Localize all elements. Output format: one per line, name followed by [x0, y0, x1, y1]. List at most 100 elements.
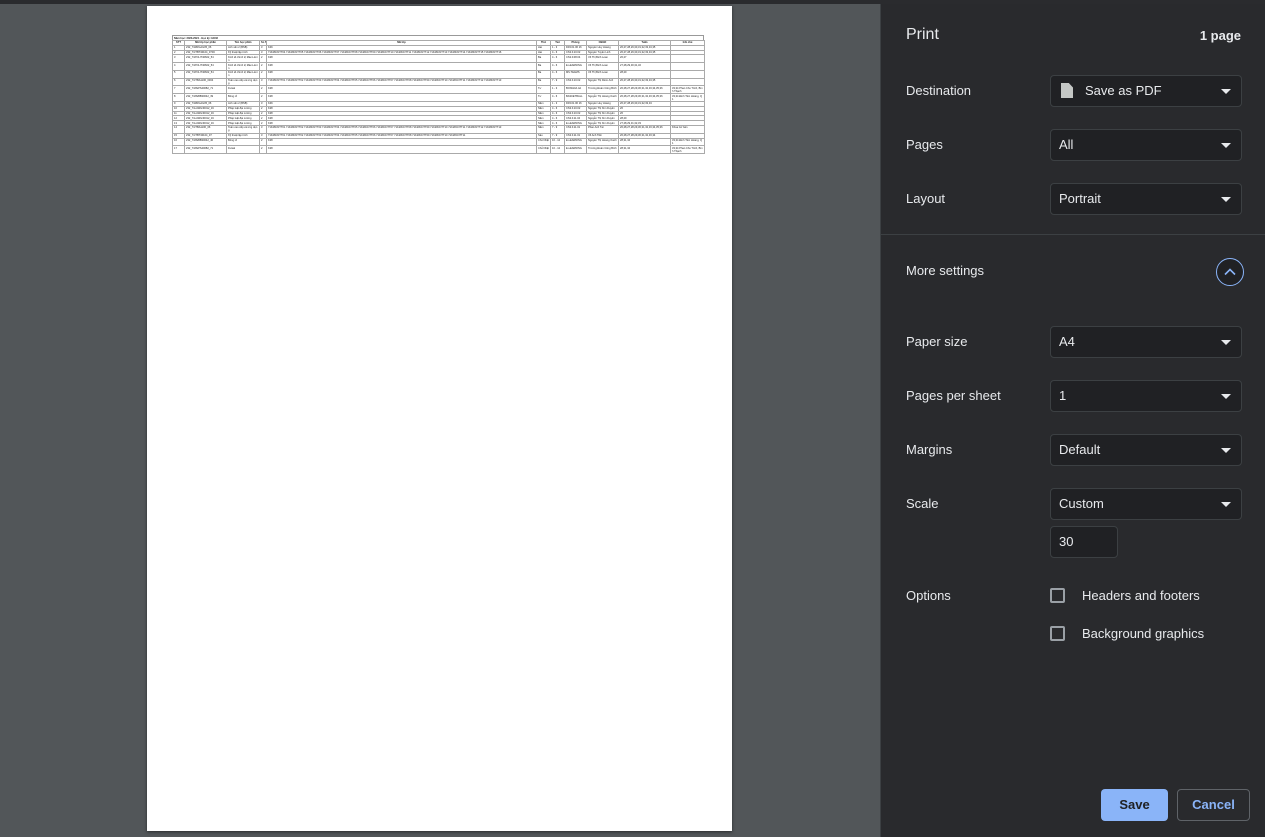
table-cell: Chủ Nhật: [536, 137, 551, 147]
table-cell: 4 - 6: [550, 69, 565, 79]
options-label: Options: [906, 588, 951, 603]
table-cell: 27,28,29,30,31,32: [618, 62, 671, 71]
scale-select[interactable]: Custom: [1050, 488, 1242, 520]
table-cell: Kinh tế chính trị Mác-Lênin: [226, 54, 260, 64]
table-cell: Ba: [536, 62, 551, 71]
table-cell: Kinh tế chính trị Mác-Lênin: [226, 69, 260, 79]
table-cell: Khoa Cơ bản: [670, 124, 705, 134]
destination-select[interactable]: Save as PDF: [1050, 75, 1242, 107]
table-cell: [670, 62, 705, 71]
pages-select[interactable]: All: [1050, 129, 1242, 161]
destination-label: Destination: [906, 83, 972, 98]
table-cell: 28,31,34: [618, 137, 671, 147]
print-title: Print: [906, 26, 939, 43]
table-cell: K28: [266, 85, 537, 95]
table-cell: 28,31,34: [618, 145, 671, 155]
table-cell: Võ Thị Bích Loan: [586, 62, 619, 71]
margins-select[interactable]: Default: [1050, 434, 1242, 466]
table-cell: Phan Anh Tài: [586, 124, 619, 134]
table-cell: 28,29: [618, 69, 671, 79]
save-button[interactable]: Save: [1101, 789, 1168, 821]
more-settings-label[interactable]: More settings: [906, 263, 984, 278]
table-cell: 2: [259, 93, 267, 103]
table-cell: BASKETBALL: [564, 93, 587, 103]
dropdown-caret-icon: [1221, 394, 1231, 399]
table-cell: Toán cao cấp và ứng dụng: [226, 77, 260, 87]
table-cell: Ba: [536, 69, 551, 79]
table-cell: 8: [172, 93, 185, 103]
table-cell: 232_71PEBB30042_39: [184, 93, 227, 103]
table-cell: 6: [172, 77, 185, 87]
table-cell: K28: [266, 54, 537, 64]
table-cell: Futsal: [226, 145, 260, 155]
table-cell: 4: [172, 62, 185, 71]
table-cell: MS.TEAMS: [564, 69, 587, 79]
print-preview-area: Năm học: 2023-2024 - Học kỳ: HK02 STT Mã …: [0, 4, 880, 837]
table-cell: 26,28,27,28,29,30,31,32,33,34,35,36: [618, 93, 671, 103]
table-cell: 4 - 6: [550, 62, 565, 71]
table-cell: Bóng rổ: [226, 93, 260, 103]
table-cell: Nguyễn Thị Hoàng Oanh: [586, 137, 619, 147]
dropdown-caret-icon: [1221, 197, 1231, 202]
headers-footers-label[interactable]: Headers and footers: [1082, 588, 1200, 603]
table-cell: 232_71POLIT40602_54: [184, 54, 227, 64]
table-cell: K28: [266, 93, 537, 103]
table-cell: 33,34 Phan Chu Trinh, Bình Thạnh: [670, 85, 705, 95]
more-settings-toggle[interactable]: [1216, 258, 1244, 286]
pdf-file-icon: [1061, 83, 1073, 98]
table-cell: Ba: [536, 54, 551, 64]
table-cell: Võ Thị Bích Loan: [586, 69, 619, 79]
table-cell: Võ Thị Bích Loan: [586, 54, 619, 64]
table-row: 17 232_71PEPS40082_71 Futsal 2 K28 Chủ Nhật 10…: [172, 145, 705, 155]
table-cell: Toán cao cấp và ứng dụng: [226, 124, 260, 134]
table-cell: [670, 54, 705, 64]
table-cell: 33,34 Đinh Tiên Hoàng, Q1: [670, 93, 705, 103]
paper-size-select[interactable]: A4: [1050, 326, 1242, 358]
table-cell: 232_71PEBB30042_40: [184, 137, 227, 147]
table-cell: 71K28CNTT01 71K28CNTT02 71K28CNTT03 71K2…: [266, 124, 537, 134]
table-row: 5 232_71POLIT40602_54 Kinh tế chính trị Má…: [172, 69, 705, 79]
layout-label: Layout: [906, 191, 946, 206]
table-cell: Nguyễn Thị Diễm Anh: [586, 77, 619, 87]
table-cell: Tư: [536, 93, 551, 103]
table-cell: 232_71ITBA1106_0304: [184, 77, 227, 87]
background-graphics-label[interactable]: Background graphics: [1082, 626, 1204, 641]
chevron-up-icon: [1224, 268, 1236, 276]
table-cell: Futsal: [226, 85, 260, 95]
table-cell: 4 - 6: [550, 93, 565, 103]
table-cell: 2: [259, 54, 267, 64]
table-cell: 26,28,27,28,29,30,31,32,33,34,35,36: [618, 85, 671, 95]
headers-footers-checkbox[interactable]: [1050, 588, 1065, 603]
table-cell: Ba: [536, 77, 551, 87]
cancel-button[interactable]: Cancel: [1177, 789, 1250, 821]
table-row: 8 232_71PEBB30042_39 Bóng rổ 2 K28 Tư 4 - 6 BAS…: [172, 93, 705, 103]
table-cell: 33,34 Phan Chu Trinh, Bình Thạnh: [670, 145, 705, 155]
background-graphics-checkbox[interactable]: [1050, 626, 1065, 641]
table-cell: 7: [172, 85, 185, 95]
layout-select[interactable]: Portrait: [1050, 183, 1242, 215]
table-cell: Tư: [536, 85, 551, 95]
section-divider: [881, 234, 1265, 235]
dropdown-caret-icon: [1221, 143, 1231, 148]
pages-per-sheet-select[interactable]: 1: [1050, 380, 1242, 412]
dropdown-caret-icon: [1221, 448, 1231, 453]
margins-value: Default: [1059, 442, 1101, 457]
dropdown-caret-icon: [1221, 502, 1231, 507]
table-cell: 33,34 Đinh Tiên Hoàng, Q1: [670, 137, 705, 147]
table-cell: [670, 69, 705, 79]
pages-per-sheet-value: 1: [1059, 388, 1067, 403]
table-cell: Trương Đoàn Công Bình: [586, 85, 619, 95]
table-row: 14 232_71ITBA1106_06 Toán cao cấp và ứng d…: [172, 124, 705, 134]
table-cell: 2: [259, 145, 267, 155]
table-cell: 232_71PEPS40082_71: [184, 145, 227, 155]
table-cell: 2: [259, 85, 267, 95]
table-cell: 3: [259, 124, 267, 134]
table-cell: K28: [266, 137, 537, 147]
timetable-document: Năm học: 2023-2024 - Học kỳ: HK02 STT Mã …: [172, 35, 705, 155]
paper-size-value: A4: [1059, 334, 1075, 349]
table-cell: 71K28CNTT01 71K28CNTT02 71K28CNTT03 71K2…: [266, 77, 537, 87]
margins-label: Margins: [906, 442, 953, 457]
scale-custom-input[interactable]: 30: [1050, 526, 1118, 558]
table-cell: Kinh tế chính trị Mác-Lênin: [226, 62, 260, 71]
table-cell: K28: [266, 62, 537, 71]
